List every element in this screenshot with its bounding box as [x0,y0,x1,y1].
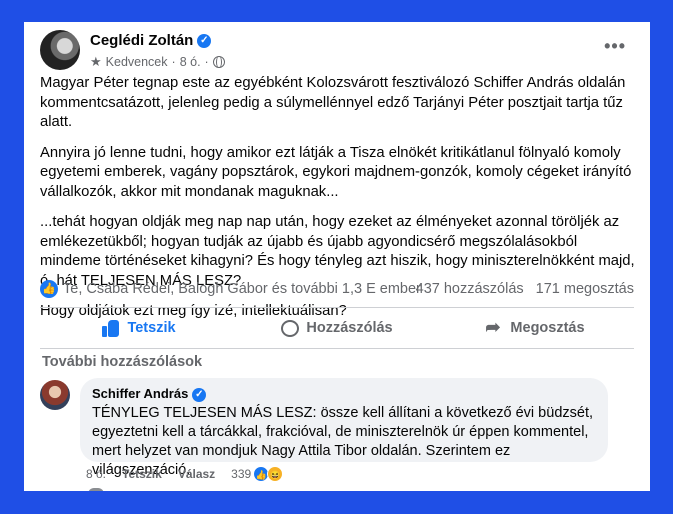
like-reaction-icon: 👍 [40,280,58,298]
post-audience[interactable]: Kedvencek [106,55,168,69]
comment-button-label: Hozzászólás [306,320,393,336]
share-button-label: Megosztás [510,320,585,336]
post-header: Ceglédi Zoltán ✓ ★ Kedvencek · 8 ó. · ••• [40,30,634,74]
post-meta: ★ Kedvencek · 8 ó. · [90,54,225,70]
globe-icon [212,55,225,68]
verified-badge-icon: ✓ [192,387,207,402]
share-arrow-icon [485,317,503,338]
comment-button[interactable]: Hozzászólás [238,312,436,344]
more-comments-link[interactable]: További hozzászólások [42,354,202,370]
divider [40,307,634,308]
comment-author[interactable]: Schiffer András ✓ [92,386,596,402]
meta-separator: · [171,55,176,69]
comment-time[interactable]: 8 ó. [86,467,106,481]
post-stats: 👍 Te, Csaba Rédei, Balogh Gábor és továb… [40,280,634,302]
comment-reaction-count: 339 [231,467,252,481]
share-count[interactable]: 171 megosztás [536,281,634,297]
comment-actions: 8 ó. Tetszik Válasz 339 👍 😆 [86,466,284,482]
comment-like-button[interactable]: Tetszik [122,467,162,481]
verified-badge-icon: ✓ [197,34,212,49]
haha-reaction-icon: 😆 [267,466,284,482]
post-actions: Tetszik Hozzászólás Megosztás [40,312,634,344]
share-button[interactable]: Megosztás [436,312,634,344]
post-paragraph: Magyar Péter tegnap este az egyébként Ko… [40,75,626,130]
post-card: Ceglédi Zoltán ✓ ★ Kedvencek · 8 ó. · •••… [24,22,650,491]
comment-reactions[interactable]: 339 👍 😆 [231,466,284,482]
like-button[interactable]: Tetszik [40,312,238,344]
engagement-counts: 437 hozzászólás 171 megosztás [416,281,634,297]
star-icon: ★ [90,54,102,69]
meta-separator: · [204,55,209,69]
thumbs-up-icon [102,319,120,337]
comment-bubble: Schiffer András ✓ TÉNYLEG TELJESEN MÁS LE… [80,378,608,478]
comment-bubble-icon [281,319,300,337]
more-options-button[interactable]: ••• [604,36,626,57]
divider [40,348,634,349]
post-author-name[interactable]: Ceglédi Zoltán [90,32,193,49]
like-button-label: Tetszik [127,320,176,336]
post-author[interactable]: Ceglédi Zoltán ✓ [90,32,212,49]
comment-author-name[interactable]: Schiffer András [92,386,188,401]
comment-count[interactable]: 437 hozzászólás [416,281,524,297]
commenter-avatar[interactable] [40,380,70,410]
reactions-summary[interactable]: 👍 Te, Csaba Rédei, Balogh Gábor és továb… [40,280,421,298]
post-time[interactable]: 8 ó. [180,55,201,69]
author-avatar[interactable] [40,30,80,70]
reactors-text[interactable]: Te, Csaba Rédei, Balogh Gábor és további… [63,281,421,297]
comment-reply-button[interactable]: Válasz [178,467,215,481]
next-comment-avatar [88,488,104,491]
post-paragraph: Annyira jó lenne tudni, hogy amikor ezt … [40,144,632,200]
